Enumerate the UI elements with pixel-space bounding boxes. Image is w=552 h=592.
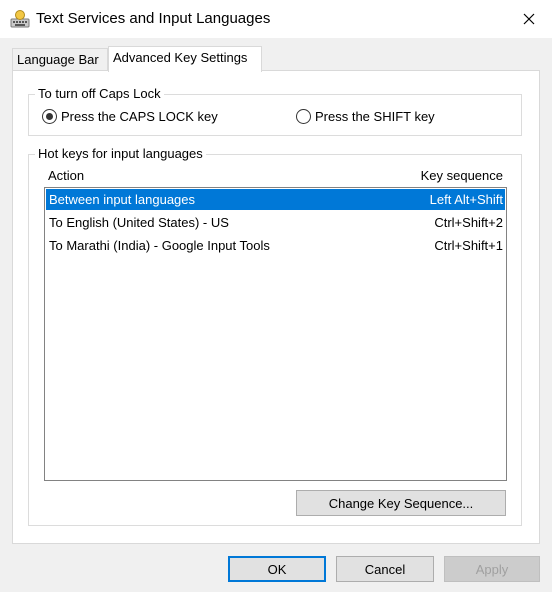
radio-unselected-indicator [296, 109, 311, 124]
tab-label: Language Bar [17, 52, 99, 67]
table-row[interactable]: To Marathi (India) - Google Input Tools … [46, 235, 505, 256]
tab-advanced-key-settings[interactable]: Advanced Key Settings [108, 46, 262, 72]
close-button[interactable] [506, 0, 552, 38]
table-row[interactable]: Between input languages Left Alt+Shift [46, 189, 505, 210]
tab-language-bar[interactable]: Language Bar [12, 48, 108, 70]
row-keys: Ctrl+Shift+1 [434, 238, 503, 253]
cancel-button[interactable]: Cancel [336, 556, 434, 582]
row-action: To English (United States) - US [49, 215, 229, 230]
row-action: Between input languages [49, 192, 196, 207]
column-header-action[interactable]: Action [48, 168, 84, 183]
row-keys: Left Alt+Shift [429, 192, 503, 207]
table-row[interactable]: To English (United States) - US Ctrl+Shi… [46, 212, 505, 233]
caps-lock-group-title: To turn off Caps Lock [35, 86, 164, 102]
row-keys: Ctrl+Shift+2 [434, 215, 503, 230]
keyboard-icon [10, 10, 30, 28]
hotkeys-group-title: Hot keys for input languages [35, 146, 206, 162]
tab-label: Advanced Key Settings [113, 50, 248, 65]
caps-lock-group: To turn off Caps Lock Press the CAPS LOC… [28, 86, 522, 136]
apply-button: Apply [444, 556, 540, 582]
radio-shift-key[interactable]: Press the SHIFT key [296, 109, 435, 124]
change-key-sequence-button[interactable]: Change Key Sequence... [296, 490, 506, 516]
radio-label: Press the SHIFT key [315, 109, 435, 124]
column-header-key-sequence[interactable]: Key sequence [421, 168, 503, 183]
radio-caps-lock-key[interactable]: Press the CAPS LOCK key [42, 109, 218, 124]
radio-selected-indicator [42, 109, 57, 124]
window-title: Text Services and Input Languages [36, 10, 271, 27]
ok-button[interactable]: OK [228, 556, 326, 582]
close-icon [523, 13, 535, 25]
radio-label: Press the CAPS LOCK key [61, 109, 218, 124]
title-bar: Text Services and Input Languages [0, 0, 552, 38]
row-action: To Marathi (India) - Google Input Tools [49, 238, 270, 253]
hotkeys-list[interactable]: Action Key sequence Between input langua… [44, 168, 507, 481]
